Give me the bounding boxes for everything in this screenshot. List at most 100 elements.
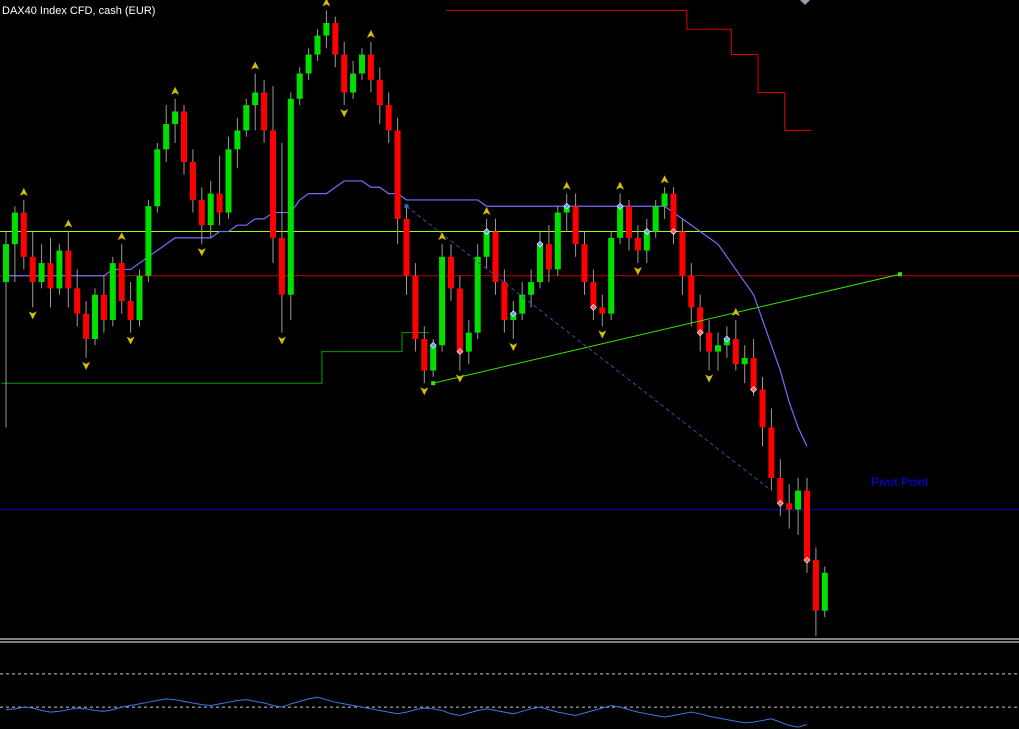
candle-body (777, 478, 784, 504)
candle-body (465, 332, 472, 352)
candle-body (430, 345, 437, 371)
candle-body (403, 218, 410, 276)
candle-body (136, 275, 143, 320)
candle-body (74, 288, 81, 314)
candle-body (581, 244, 588, 283)
candle-body (706, 332, 713, 352)
chart-background (0, 0, 1019, 729)
candle-body (350, 73, 357, 93)
candle-body (83, 313, 90, 339)
candle-body (474, 256, 481, 333)
candle-body (207, 193, 214, 226)
candle-body (439, 256, 446, 346)
candle-body (252, 92, 259, 106)
candle-body (492, 231, 499, 283)
candle-body (812, 560, 819, 611)
candle-body (590, 282, 597, 308)
candle-body (189, 162, 196, 200)
candle-body (270, 130, 276, 238)
candle-body (314, 35, 321, 55)
candle-body (679, 231, 686, 276)
candle-body (181, 111, 187, 162)
candle-body (376, 79, 383, 106)
candle-body (296, 73, 303, 99)
candle-body (56, 250, 63, 289)
trend-line-anchor-start[interactable] (431, 381, 436, 386)
candle-body (47, 263, 54, 289)
price-chart[interactable]: DAX40 Index CFD, cash (EUR) Pivot Point (0, 0, 1019, 729)
candle-body (11, 212, 18, 245)
candle-body (554, 212, 561, 270)
candle (821, 566, 828, 618)
candle-body (278, 237, 285, 295)
candle-body (652, 206, 659, 232)
candle-body (216, 193, 223, 213)
candle-body (786, 503, 793, 510)
candle-body (92, 294, 98, 339)
candle (608, 231, 615, 320)
candle-body (3, 244, 9, 283)
candle-body (670, 193, 677, 232)
candle-body (332, 22, 339, 55)
candle-body (501, 282, 508, 320)
candle (145, 199, 152, 283)
candle-body (572, 206, 579, 245)
candle-body (412, 275, 419, 339)
candle-body (385, 105, 392, 131)
candle-body (341, 54, 348, 93)
candle (412, 263, 419, 352)
candle-body (626, 206, 632, 238)
candle-body (732, 338, 739, 365)
candle-body (394, 130, 401, 219)
candle (109, 256, 116, 327)
candle-body (305, 54, 312, 74)
candle-body (821, 572, 828, 611)
candle-body (545, 244, 552, 270)
candle-body (608, 237, 615, 314)
candle-body (29, 256, 36, 283)
candle-body (456, 288, 463, 352)
candle (136, 269, 143, 327)
candle-body (795, 490, 802, 510)
candle (554, 206, 561, 276)
candle-body (768, 427, 775, 478)
candle-body (145, 206, 152, 276)
candle-body (688, 275, 695, 308)
candle-body (109, 263, 116, 320)
candle-body (163, 124, 170, 150)
candle-body (234, 130, 241, 150)
zigzag-anchor[interactable] (404, 204, 409, 209)
candle-body (634, 237, 641, 251)
candle (56, 244, 63, 295)
trend-line-anchor-end[interactable] (898, 272, 902, 277)
candle (474, 244, 481, 339)
candle-body (528, 282, 535, 295)
candle (92, 288, 98, 346)
candle-body (100, 294, 107, 320)
candle-body (483, 231, 490, 257)
candle-body (287, 98, 294, 295)
candle (439, 244, 446, 352)
candle-body (537, 244, 543, 283)
candle-body (20, 212, 27, 257)
candle-body (127, 301, 134, 320)
pivot-point-label: Pivot Point (871, 475, 929, 489)
candle-body (759, 389, 766, 428)
candle-body (421, 338, 428, 371)
candle-body (323, 22, 330, 36)
candle-body (261, 92, 268, 131)
candle-body (741, 357, 748, 365)
candle-body (661, 193, 668, 207)
candle-body (617, 206, 624, 238)
candle-body (225, 149, 232, 213)
candle-body (118, 263, 125, 302)
candle-body (448, 256, 454, 289)
candle-body (715, 345, 721, 352)
candle-body (359, 54, 365, 74)
chart-symbol-title: DAX40 Index CFD, cash (EUR) (2, 5, 155, 17)
candle-body (65, 250, 72, 289)
candle-body (243, 105, 250, 131)
candle-body (804, 490, 810, 561)
candle-body (154, 149, 161, 207)
candle-body (198, 199, 205, 226)
